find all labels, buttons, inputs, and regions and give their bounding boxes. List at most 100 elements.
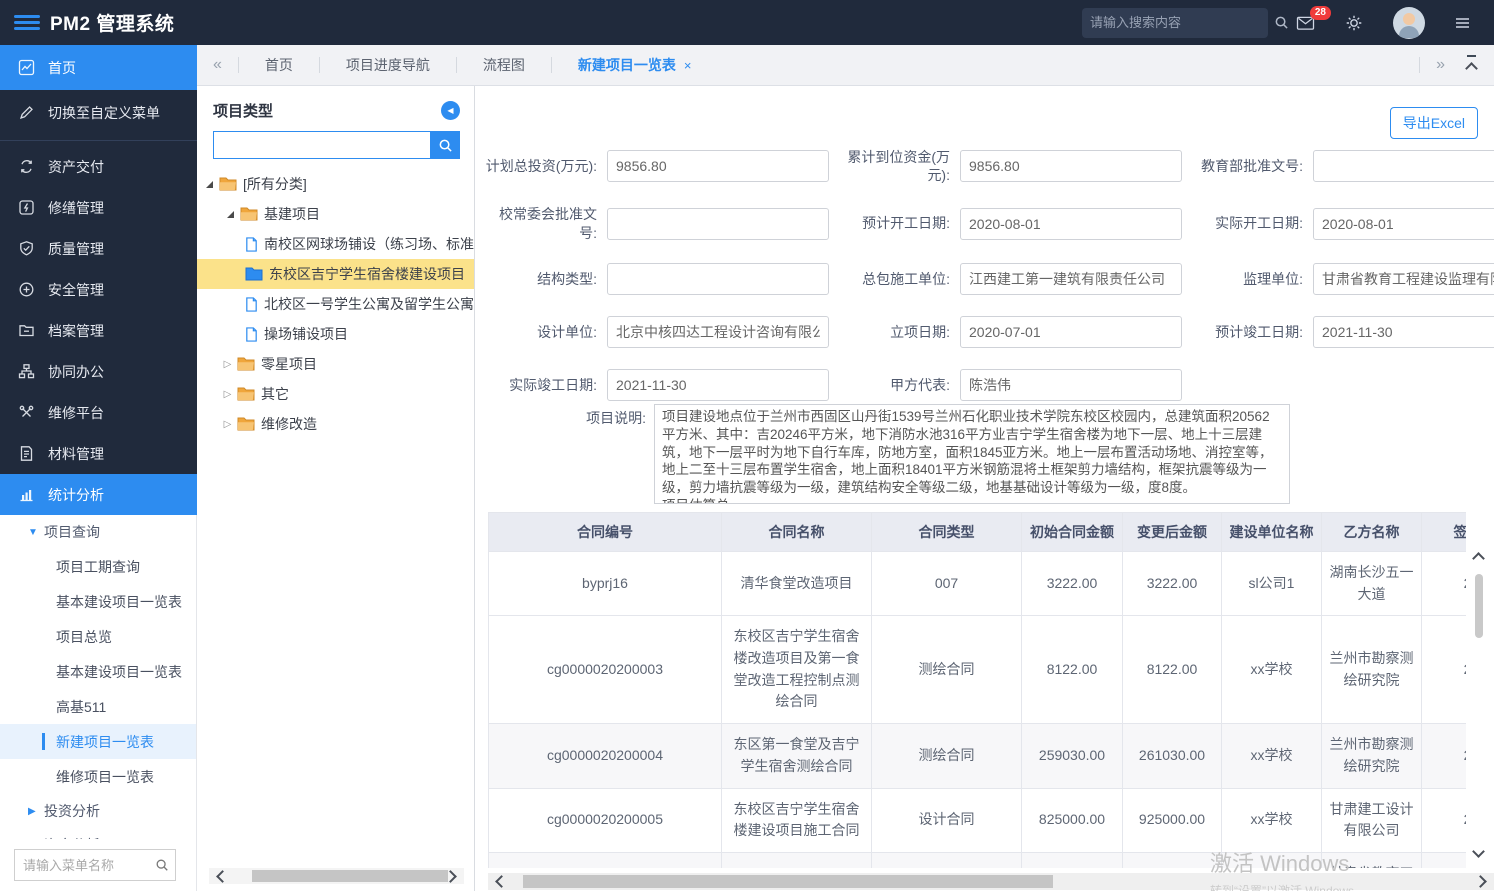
global-search[interactable] [1082, 8, 1268, 38]
col-sign-date[interactable]: 签订日期 [1422, 513, 1467, 552]
sidebar-item-material-mgmt[interactable]: 材料管理 [0, 433, 197, 474]
sidebar-item-safety-mgmt[interactable]: 安全管理 [0, 269, 197, 310]
tree-horizontal-scrollbar[interactable] [209, 868, 464, 884]
general-contractor-field[interactable] [960, 263, 1182, 295]
scroll-right-icon[interactable] [1467, 877, 1494, 886]
planned-start-date-field[interactable] [960, 208, 1182, 240]
menu-search-input[interactable] [15, 858, 155, 873]
gear-icon[interactable] [1345, 14, 1363, 32]
table-row[interactable]: cg0000020200005东校区吉宁学生宿舍楼建设项目施工合同设计合同825… [489, 788, 1467, 852]
sidebar-item-statistics[interactable]: 统计分析 [0, 474, 197, 515]
tree-node-north-apartment[interactable]: 北校区一号学生公寓及留学生公寓楼建 [197, 289, 474, 319]
menu-search-box[interactable] [14, 849, 176, 881]
sidebar-item-archive-mgmt[interactable]: 档案管理 [0, 310, 197, 351]
tab-project-progress-nav[interactable]: 项目进度导航 [320, 55, 456, 75]
scrollbar-track[interactable] [515, 873, 1467, 890]
funds-received-field[interactable] [960, 150, 1182, 182]
col-changed-amount[interactable]: 变更后金额 [1123, 513, 1222, 552]
project-type-tree: [所有分类] 基建项目 南校区网球场铺设（练习场、标准场）工 东校区吉宁学生宿舍… [197, 169, 474, 439]
tab-flowchart[interactable]: 流程图 [457, 55, 551, 75]
sidebar-item-collaboration[interactable]: 协同办公 [0, 351, 197, 392]
sidebar-item-home[interactable]: 首页 [0, 45, 197, 90]
tree-node-south-tennis-court[interactable]: 南校区网球场铺设（练习场、标准场）工 [197, 229, 474, 259]
planned-investment-field[interactable] [607, 150, 829, 182]
submenu-item-gaoji-511[interactable]: 高基511 [0, 689, 196, 724]
supervision-unit-field[interactable] [1313, 263, 1494, 295]
sidebar-item-asset-delivery[interactable]: 资产交付 [0, 146, 197, 187]
search-icon[interactable] [1274, 15, 1289, 30]
export-excel-button[interactable]: 导出Excel [1390, 107, 1478, 139]
tree-node-playground-paving[interactable]: 操场铺设项目 [197, 319, 474, 349]
expander-icon[interactable] [203, 181, 216, 188]
expander-icon[interactable]: ▷ [221, 389, 234, 400]
owner-representative-field[interactable] [960, 369, 1182, 401]
col-contract-no[interactable]: 合同编号 [489, 513, 722, 552]
main-horizontal-scrollbar[interactable] [488, 873, 1494, 890]
scrollbar-thumb[interactable] [252, 870, 448, 882]
table-row[interactable]: cg0000020200006东校区吉宁学生宿舍楼建设项目监理合同监理合同106… [489, 852, 1467, 868]
table-row[interactable]: cg0000020200004东区第一食堂及吉宁学生宿舍测绘合同测绘合同2590… [489, 724, 1467, 788]
actual-start-date-field[interactable] [1313, 208, 1494, 240]
scroll-up-icon[interactable] [1472, 552, 1485, 565]
tabs-scroll-right-icon[interactable]: » [1420, 56, 1461, 74]
panel-collapse-icon[interactable]: ◀ [441, 101, 460, 120]
scrollbar-thumb[interactable] [523, 875, 1053, 888]
col-contract-type[interactable]: 合同类型 [872, 513, 1022, 552]
tab-new-projects-list[interactable]: 新建项目一览表 × [552, 55, 718, 75]
tree-node-renovation[interactable]: ▷ 维修改造 [197, 409, 474, 439]
mail-icon[interactable]: 28 [1296, 15, 1315, 31]
scrollbar-track[interactable] [236, 868, 437, 884]
col-contract-name[interactable]: 合同名称 [722, 513, 872, 552]
tree-node-misc-projects[interactable]: ▷ 零星项目 [197, 349, 474, 379]
col-party-b[interactable]: 乙方名称 [1322, 513, 1422, 552]
planned-completion-date-field[interactable] [1313, 316, 1494, 348]
submenu-item-capital-projects-list-1[interactable]: 基本建设项目一览表 [0, 584, 196, 619]
submenu-item-new-projects-list[interactable]: 新建项目一览表 [0, 724, 196, 759]
table-vertical-scrollbar[interactable] [1468, 512, 1490, 868]
tabs-scroll-left-icon[interactable]: « [197, 56, 238, 74]
hamburger-icon[interactable] [14, 12, 40, 34]
tree-search-input[interactable] [213, 131, 430, 159]
submenu-group-funding-analysis[interactable]: ▶ 资金分析 [0, 828, 196, 839]
actual-completion-date-field[interactable] [607, 369, 829, 401]
close-icon[interactable]: × [684, 58, 692, 73]
expander-icon[interactable]: ▷ [221, 359, 234, 370]
sidebar-item-custom-menu[interactable]: 切换至自定义菜单 [0, 90, 197, 135]
design-unit-field[interactable] [607, 316, 829, 348]
search-icon[interactable] [155, 858, 169, 872]
submenu-group-investment-analysis[interactable]: ▶ 投资分析 [0, 794, 196, 828]
submenu-item-capital-projects-list-2[interactable]: 基本建设项目一览表 [0, 654, 196, 689]
sidebar-item-repair-mgmt[interactable]: 修缮管理 [0, 187, 197, 228]
moe-approval-no-field[interactable] [1313, 150, 1494, 182]
committee-approval-no-field[interactable] [607, 208, 829, 240]
project-description-field[interactable]: 项目建设地点位于兰州市西固区山丹街1539号兰州石化职业技术学院东校区校园内，总… [654, 404, 1290, 504]
global-search-input[interactable] [1082, 15, 1274, 30]
col-owner-unit[interactable]: 建设单位名称 [1222, 513, 1322, 552]
col-initial-amount[interactable]: 初始合同金额 [1022, 513, 1123, 552]
tree-node-all-categories[interactable]: [所有分类] [197, 169, 474, 199]
tree-node-capital-projects[interactable]: 基建项目 [197, 199, 474, 229]
scroll-left-icon[interactable] [488, 877, 515, 886]
scroll-down-icon[interactable] [1472, 845, 1485, 858]
tree-node-east-dormitory-project[interactable]: 东校区吉宁学生宿舍楼建设项目 [197, 259, 474, 289]
tab-home[interactable]: 首页 [239, 55, 319, 75]
tree-node-other[interactable]: ▷ 其它 [197, 379, 474, 409]
submenu-item-repair-projects-list[interactable]: 维修项目一览表 [0, 759, 196, 794]
avatar[interactable] [1393, 7, 1425, 39]
scrollbar-thumb[interactable] [1475, 574, 1483, 638]
sidebar-item-maintenance-platform[interactable]: 维修平台 [0, 392, 197, 433]
submenu-item-project-duration-query[interactable]: 项目工期查询 [0, 549, 196, 584]
submenu-group-project-query[interactable]: ▼ 项目查询 [0, 515, 196, 549]
table-row[interactable]: byprj16清华食堂改造项目0073222.003222.00sl公司1湖南长… [489, 552, 1467, 616]
collapse-to-top-icon[interactable] [1467, 55, 1476, 76]
sidebar-item-quality-mgmt[interactable]: 质量管理 [0, 228, 197, 269]
structure-type-field[interactable] [607, 263, 829, 295]
table-row[interactable]: cg0000020200003东校区吉宁学生宿舍楼改造项目及第一食堂改造工程控制… [489, 616, 1467, 724]
menu-icon[interactable] [1453, 15, 1472, 31]
expander-icon[interactable]: ▷ [221, 419, 234, 430]
submenu-item-project-overview[interactable]: 项目总览 [0, 619, 196, 654]
approval-date-field[interactable] [960, 316, 1182, 348]
scroll-left-icon[interactable] [209, 872, 236, 881]
expander-icon[interactable] [224, 211, 237, 218]
tree-search-button[interactable] [430, 131, 460, 159]
